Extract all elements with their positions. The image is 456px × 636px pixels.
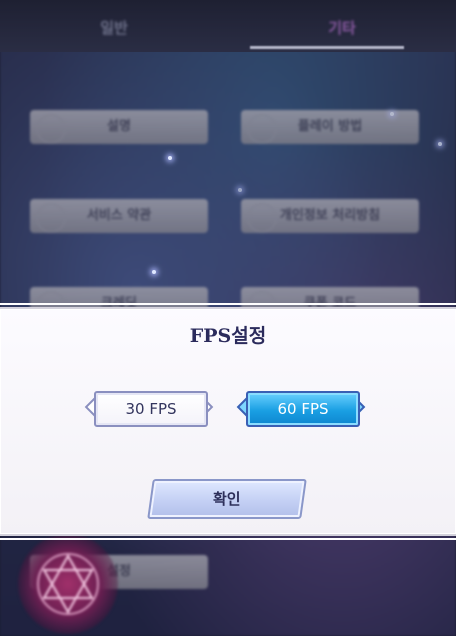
document-icon xyxy=(247,203,277,233)
active-tab-indicator xyxy=(250,46,404,49)
fps-30-label: 30 FPS xyxy=(94,391,208,427)
sparkle-icon xyxy=(438,142,442,146)
fps-30-option[interactable]: 30 FPS xyxy=(84,389,214,427)
confirm-button-label: 확인 xyxy=(213,490,241,508)
sparkle-icon xyxy=(390,112,394,116)
confirm-button[interactable]: 확인 xyxy=(147,479,307,519)
dialog-title: FPS설정 xyxy=(189,325,267,347)
sparkle-icon xyxy=(168,156,172,160)
help-icon xyxy=(247,114,277,144)
menu-button-label: 서비스 약관 xyxy=(86,208,152,223)
magic-circle-emblem xyxy=(18,534,118,634)
tab-etc[interactable]: 기타 xyxy=(228,0,456,50)
fps-60-label: 60 FPS xyxy=(246,391,360,427)
menu-button-privacy[interactable]: 개인정보 처리방침 xyxy=(241,199,419,233)
fps-60-option[interactable]: 60 FPS xyxy=(236,389,366,427)
fps-settings-dialog: FPS설정 30 FPS 60 FPS 확인 xyxy=(0,303,456,540)
sparkle-icon xyxy=(238,188,242,192)
tab-bar: 일반 기타 xyxy=(0,0,456,52)
sparkle-icon xyxy=(152,270,156,274)
tab-general[interactable]: 일반 xyxy=(0,0,228,50)
help-icon xyxy=(36,114,66,144)
menu-button-terms[interactable]: 서비스 약관 xyxy=(30,199,208,233)
document-icon xyxy=(36,203,66,233)
menu-button-label: 플레이 방법 xyxy=(297,119,363,134)
menu-button-label: 개인정보 처리방침 xyxy=(279,208,381,223)
menu-button-label: 설명 xyxy=(107,119,131,134)
menu-button-description[interactable]: 설명 xyxy=(30,110,208,144)
